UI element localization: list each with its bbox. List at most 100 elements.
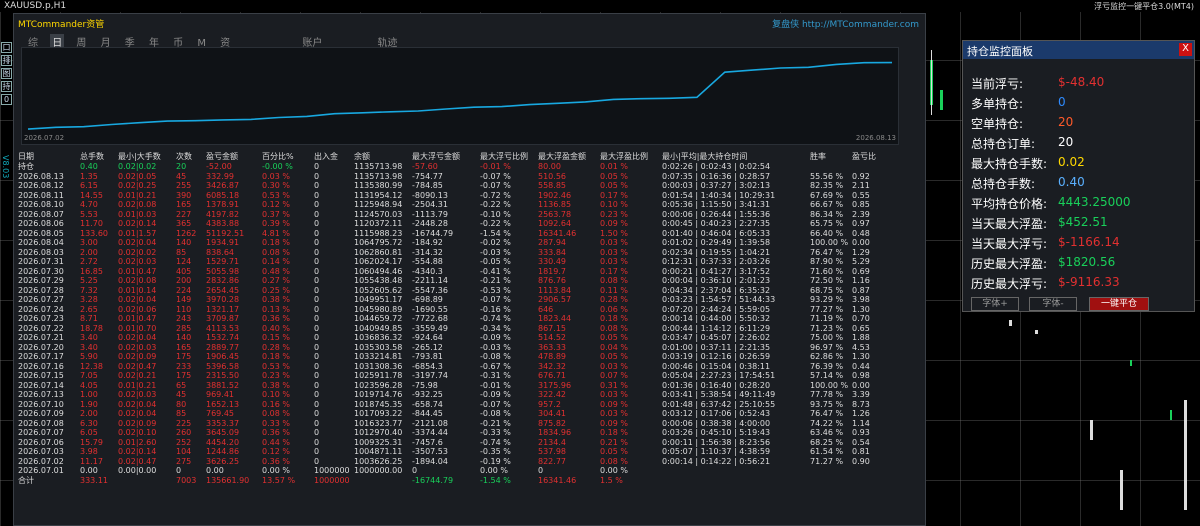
- table-cell: 285: [176, 323, 192, 333]
- daily-stats-table: 日期 总手数 最小|大手数 次数 盈亏金额 百分比% 出入金 余额 最大浮亏金额 最大浮亏比例 最大…: [18, 151, 882, 485]
- table-cell: 252: [176, 437, 192, 447]
- chart-end-date: 2026.08.13: [855, 134, 896, 142]
- table-cell: 0.44 %: [262, 437, 290, 447]
- table-cell: 1060494.46: [354, 266, 403, 276]
- font-increase-button[interactable]: 字体+: [971, 297, 1019, 311]
- table-row: 2026.07.03 3.98 0.02|0.14 104 1244.86 0.12 % 0…: [18, 447, 882, 457]
- table-cell: -0.07 %: [480, 171, 511, 181]
- table-cell: 2026.07.21: [18, 333, 64, 343]
- table-cell: 2026.07.14: [18, 380, 64, 390]
- table-cell: 0.70: [852, 314, 870, 324]
- table-cell: -698.89: [412, 295, 443, 305]
- column-header: 余额: [354, 152, 370, 161]
- table-cell: -314.32: [412, 247, 443, 257]
- table-header: 日期 总手数 最小|大手数 次数 盈亏金额 百分比% 出入金 余额 最大浮亏金额 最大浮亏比例 最大…: [18, 151, 882, 162]
- monitor-label: 平均持仓价格:: [971, 197, 1048, 211]
- table-cell: 0.02|0.04: [118, 238, 157, 248]
- table-cell: 0.28 %: [262, 342, 290, 352]
- table-cell: 3.40: [80, 333, 98, 343]
- table-cell: 0.18 %: [600, 428, 628, 438]
- candle: [1090, 420, 1093, 440]
- monitor-value: $-1166.14: [1058, 235, 1120, 249]
- table-cell: 0.08 %: [600, 323, 628, 333]
- table-cell: 0: [314, 209, 320, 219]
- table-cell: 5.53: [80, 209, 98, 219]
- side-tool-3[interactable]: 图: [1, 68, 12, 79]
- table-cell: 0:00:06 | 0:26:44 | 1:55:36: [662, 209, 771, 219]
- table-cell: -0.41 %: [480, 266, 511, 276]
- table-cell: 0.01|0.70: [118, 323, 157, 333]
- table-cell: 0.00: [206, 466, 224, 476]
- table-cell: -3507.53: [412, 447, 448, 457]
- table-cell: 0.30 %: [262, 181, 290, 191]
- table-cell: -0.31 %: [480, 371, 511, 381]
- table-cell: 1004871.11: [354, 447, 403, 457]
- table-cell: 1040949.85: [354, 323, 403, 333]
- table-row: 2026.08.07 5.53 0.01|0.03 227 4197.82 0.37 % 0…: [18, 210, 882, 220]
- close-icon[interactable]: X: [1179, 43, 1192, 56]
- table-cell: 304.41: [538, 409, 566, 419]
- table-cell: 0.02|0.02: [118, 247, 157, 257]
- table-cell: -2448.28: [412, 219, 448, 229]
- table-cell: 0:05:36 | 1:15:50 | 3:41:31: [662, 200, 771, 210]
- table-cell: 0.05 %: [600, 352, 628, 362]
- table-cell: 68.25 %: [810, 437, 844, 447]
- table-cell: 140: [176, 333, 192, 343]
- table-cell: 0:01:40 | 0:46:04 | 6:05:33: [662, 228, 771, 238]
- table-cell: -0.08 %: [480, 352, 511, 362]
- side-tool-5[interactable]: 0: [1, 94, 12, 105]
- column-header: 总手数: [80, 152, 104, 161]
- table-cell: 0:03:41 | 5:38:54 | 49:11:49: [662, 390, 776, 400]
- table-cell: 1135713.98: [354, 171, 403, 181]
- table-row: 2026.07.10 1.90 0.02|0.04 80 1652.13 0.16 % 0 1…: [18, 400, 882, 410]
- table-cell: 45: [176, 390, 187, 400]
- table-row: 2026.07.09 2.00 0.02|0.04 85 769.45 0.08 % 0 10…: [18, 409, 882, 419]
- table-cell: 1902.46: [538, 190, 572, 200]
- table-cell: 260: [176, 428, 192, 438]
- table-cell: 1016323.77: [354, 418, 403, 428]
- table-cell: 0: [314, 304, 320, 314]
- side-tool-1[interactable]: 口: [1, 42, 12, 53]
- table-cell: 0.48 %: [262, 266, 290, 276]
- table-cell: 0:05:04 | 2:27:23 | 17:54:51: [662, 371, 776, 381]
- side-tool-4[interactable]: 持: [1, 81, 12, 92]
- table-cell: 100.00 %: [810, 380, 849, 390]
- table-cell: 227: [176, 209, 192, 219]
- table-cell: 0: [314, 437, 320, 447]
- close-all-button[interactable]: 一键平仓: [1089, 297, 1149, 311]
- table-cell: 838.64: [206, 247, 234, 257]
- table-cell: -1894.04: [412, 456, 448, 466]
- table-cell: 93.75 %: [810, 399, 844, 409]
- table-row: 2026.07.23 8.71 0.01|0.47 243 3709.87 0.36 % 0…: [18, 314, 882, 324]
- side-tool-2[interactable]: 排: [1, 55, 12, 66]
- table-cell: 2026.07.28: [18, 285, 64, 295]
- table-cell: 8.73: [852, 399, 870, 409]
- table-cell: 0.01|2.60: [118, 437, 157, 447]
- brand-link[interactable]: 复盘侠 http://MTCommander.com: [772, 17, 919, 30]
- table-cell: -0.10 %: [480, 209, 511, 219]
- table-cell: -0.53 %: [480, 285, 511, 295]
- table-cell: 2026.07.06: [18, 437, 64, 447]
- table-cell: 0.01|0.21: [118, 190, 157, 200]
- table-cell: -0.00 %: [262, 162, 293, 172]
- table-row: 2026.08.05 133.60 0.01|1.57 1262 51192.51 4.8…: [18, 229, 882, 239]
- table-cell: 0.54: [852, 437, 870, 447]
- table-cell: 0.00: [852, 380, 870, 390]
- table-cell: 85: [176, 247, 187, 257]
- table-cell: 0.08 %: [262, 409, 290, 419]
- table-cell: 225: [176, 418, 192, 428]
- column-header: 最大浮盈比例: [600, 152, 648, 161]
- table-cell: 4.81 %: [262, 228, 290, 238]
- table-cell: 1031308.36: [354, 361, 403, 371]
- table-cell: 0.02|0.25: [118, 181, 157, 191]
- font-decrease-button[interactable]: 字体-: [1029, 297, 1077, 311]
- table-cell: 0.03 %: [600, 390, 628, 400]
- table-cell: 0: [314, 181, 320, 191]
- table-cell: 2.00: [80, 247, 98, 257]
- table-cell: 0: [314, 200, 320, 210]
- table-cell: 71.19 %: [810, 314, 844, 324]
- table-cell: [662, 476, 810, 486]
- table-cell: 1.16: [852, 276, 870, 286]
- table-cell: 1120372.11: [354, 219, 403, 229]
- table-cell: 4.70: [80, 200, 98, 210]
